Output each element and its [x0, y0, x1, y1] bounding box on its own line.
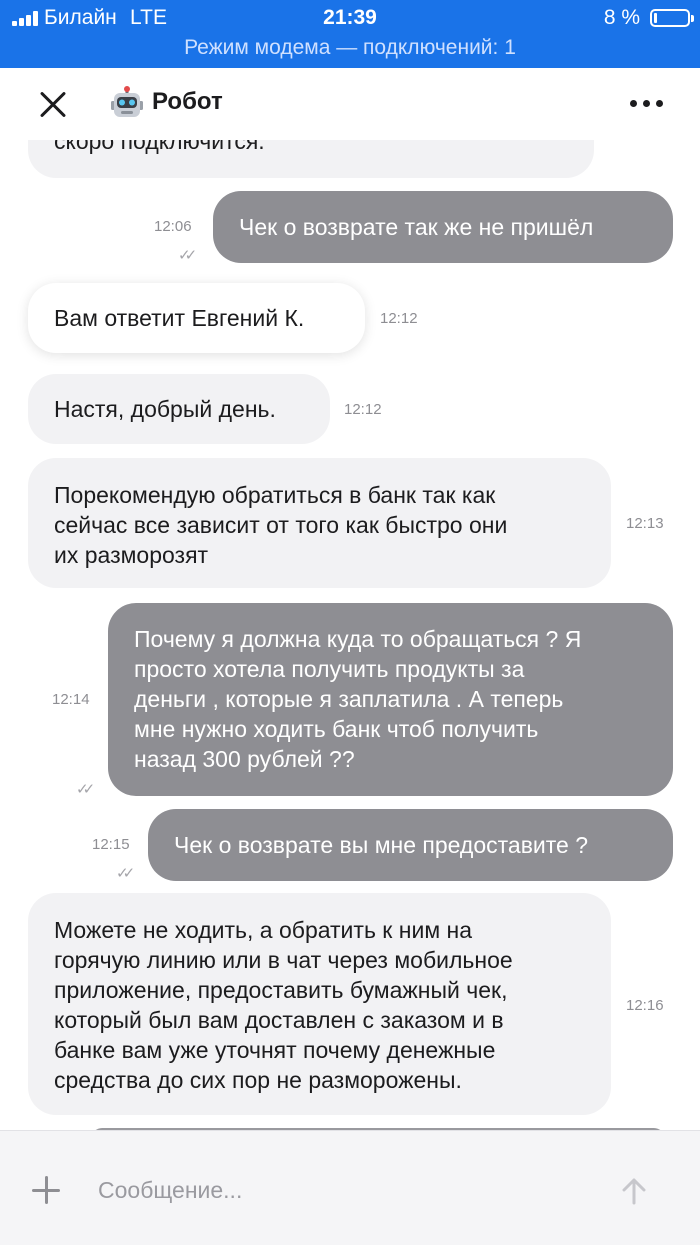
message-time: 12:15 — [92, 836, 130, 853]
message-list[interactable]: скоро подключится. 12:06 ✓✓ Чек о возвра… — [0, 140, 700, 1130]
message-bubble-incoming: Вам ответит Евгений К. — [28, 283, 365, 353]
status-row: Билайн LTE 21:39 8 % — [0, 0, 700, 36]
message-time: 12:16 — [626, 997, 664, 1014]
message-bubble-incoming: скоро подключится. — [28, 140, 594, 178]
message-bubble-outgoing: Чек о возврате вы мне предоставите ? — [148, 809, 673, 881]
message-bubble-incoming: Настя, добрый день. — [28, 374, 330, 444]
attach-plus-icon[interactable] — [30, 1174, 62, 1206]
message-time: 12:12 — [380, 310, 418, 327]
status-bar: Билайн LTE 21:39 8 % Режим модема — подк… — [0, 0, 700, 68]
close-icon[interactable] — [38, 90, 68, 120]
hotspot-banner[interactable]: Режим модема — подключений: 1 — [0, 36, 700, 66]
message-bubble-incoming: Можете не ходить, а обратить к ним на го… — [28, 893, 611, 1115]
message-bubble-outgoing: Почему я должна куда то обращаться ? Я п… — [108, 603, 673, 796]
more-icon[interactable] — [630, 100, 664, 108]
message-bubble-incoming: Порекомендую обратиться в банк так как с… — [28, 458, 611, 588]
message-time: 12:14 — [52, 691, 90, 708]
read-check-icon: ✓✓ — [76, 781, 95, 798]
send-arrow-icon[interactable] — [618, 1175, 650, 1207]
message-time: 12:12 — [344, 401, 382, 418]
message-composer — [0, 1130, 700, 1245]
message-time: 12:13 — [626, 515, 664, 532]
chat-title: Робот — [152, 88, 223, 115]
message-input[interactable] — [96, 1167, 580, 1213]
read-check-icon: ✓✓ — [178, 247, 197, 264]
read-check-icon: ✓✓ — [116, 865, 135, 882]
battery-percent: 8 % — [603, 6, 640, 29]
clock: 21:39 — [323, 6, 377, 29]
chat-header: Робот — [0, 68, 700, 140]
message-time: 12:06 — [154, 218, 192, 235]
battery-icon — [650, 9, 694, 27]
message-bubble-outgoing: Чек о возврате так же не пришёл — [213, 191, 673, 263]
robot-icon — [111, 86, 143, 117]
